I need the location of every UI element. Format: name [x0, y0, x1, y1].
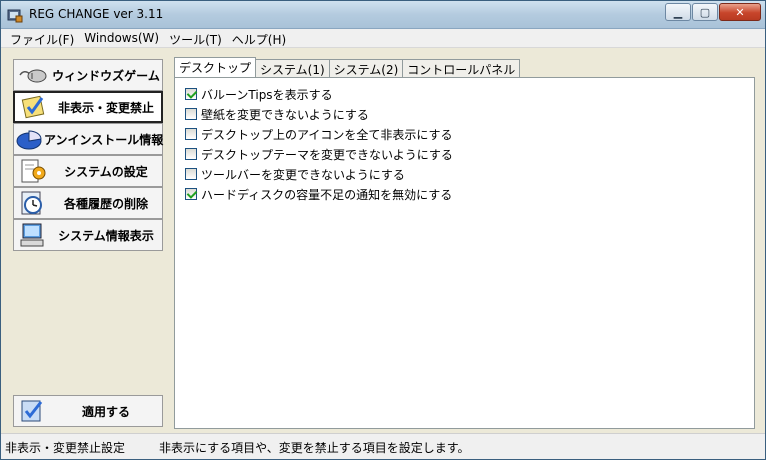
pie-chart-icon [16, 125, 44, 153]
apply-button[interactable]: 適用する [13, 395, 163, 427]
window-controls: ▁ ▢ ✕ [664, 3, 761, 21]
title-bar[interactable]: REG CHANGE ver 3.11 ▁ ▢ ✕ [1, 1, 765, 29]
checkbox[interactable] [185, 108, 197, 120]
nav-system-info[interactable]: システム情報表示 [13, 219, 163, 251]
nav-label: 非表示・変更禁止 [57, 100, 154, 115]
option-toolbar-lock[interactable]: ツールバーを変更できないようにする [185, 166, 405, 182]
app-window: REG CHANGE ver 3.11 ▁ ▢ ✕ ファイル(F) Window… [0, 0, 766, 460]
clock-icon [16, 189, 50, 217]
option-label: ツールバーを変更できないようにする [201, 167, 405, 182]
nav-uninstall-info[interactable]: アンインストール情報 [13, 123, 163, 155]
checkbox[interactable] [185, 148, 197, 160]
maximize-button[interactable]: ▢ [692, 3, 718, 21]
checkbox[interactable] [185, 88, 197, 100]
option-label: デスクトップテーマを変更できないようにする [201, 147, 453, 162]
tab-strip: デスクトップ システム(1) システム(2) コントロールパネル [174, 57, 521, 78]
status-bar: 非表示・変更禁止設定 非表示にする項目や、変更を禁止する項目を設定します。 [1, 433, 765, 459]
option-label: デスクトップ上のアイコンを全て非表示にする [201, 127, 453, 142]
menu-tools[interactable]: ツール(T) [164, 29, 227, 47]
nav-label: ウィンドウズゲーム [52, 68, 160, 83]
menu-bar: ファイル(F) Windows(W) ツール(T) ヘルプ(H) [1, 29, 765, 48]
option-label: ハードディスクの容量不足の通知を無効にする [201, 187, 453, 202]
close-icon: ✕ [735, 5, 745, 19]
nav-label: システムの設定 [64, 164, 148, 179]
minimize-icon: ▁ [673, 5, 683, 19]
checkbox[interactable] [185, 128, 197, 140]
option-low-disk-notify[interactable]: ハードディスクの容量不足の通知を無効にする [185, 186, 452, 202]
apply-label: 適用する [81, 404, 130, 419]
option-wallpaper-lock[interactable]: 壁紙を変更できないようにする [185, 106, 369, 122]
nav-label: システム情報表示 [58, 228, 154, 243]
computer-icon [16, 221, 50, 249]
nav-delete-history[interactable]: 各種履歴の削除 [13, 187, 163, 219]
menu-file[interactable]: ファイル(F) [5, 29, 79, 47]
status-section: 非表示・変更禁止設定 [5, 441, 126, 455]
close-button[interactable]: ✕ [719, 3, 761, 21]
nav-label: 各種履歴の削除 [63, 196, 148, 211]
menu-windows[interactable]: Windows(W) [79, 29, 164, 47]
checkbox[interactable] [185, 188, 197, 200]
app-icon [7, 9, 23, 23]
tab-panel-desktop: バルーンTipsを表示する 壁紙を変更できないようにする デスクトップ上のアイコ… [174, 77, 755, 429]
option-theme-lock[interactable]: デスクトップテーマを変更できないようにする [185, 146, 453, 162]
status-description: 非表示にする項目や、変更を禁止する項目を設定します。 [159, 441, 470, 455]
gear-document-icon [16, 157, 50, 185]
apply-checklist-icon [16, 397, 50, 425]
nav-hide-restrict[interactable]: 非表示・変更禁止 [13, 91, 163, 123]
minimize-button[interactable]: ▁ [665, 3, 691, 21]
menu-help[interactable]: ヘルプ(H) [227, 29, 291, 47]
nav-windows-games[interactable]: ウィンドウズゲーム [13, 59, 163, 91]
nav-label: アンインストール情報 [44, 132, 164, 147]
mouse-icon [16, 61, 50, 89]
option-hide-desktop-icons[interactable]: デスクトップ上のアイコンを全て非表示にする [185, 126, 453, 142]
tab-system-1[interactable]: システム(1) [255, 59, 330, 77]
option-balloon-tips[interactable]: バルーンTipsを表示する [185, 86, 333, 102]
option-label: 壁紙を変更できないようにする [201, 107, 369, 122]
checkbox[interactable] [185, 168, 197, 180]
option-label: バルーンTipsを表示する [201, 87, 333, 102]
tab-control-panel[interactable]: コントロールパネル [402, 59, 521, 77]
window-title: REG CHANGE ver 3.11 [29, 7, 164, 21]
tab-system-2[interactable]: システム(2) [328, 59, 404, 77]
tab-desktop[interactable]: デスクトップ [174, 57, 257, 77]
checklist-icon [17, 93, 51, 121]
nav-system-settings[interactable]: システムの設定 [13, 155, 163, 187]
nav-panel: ウィンドウズゲーム 非表示・変更禁止 アンインストール情報 システムの設定 各種… [11, 55, 166, 429]
maximize-icon: ▢ [699, 5, 711, 19]
